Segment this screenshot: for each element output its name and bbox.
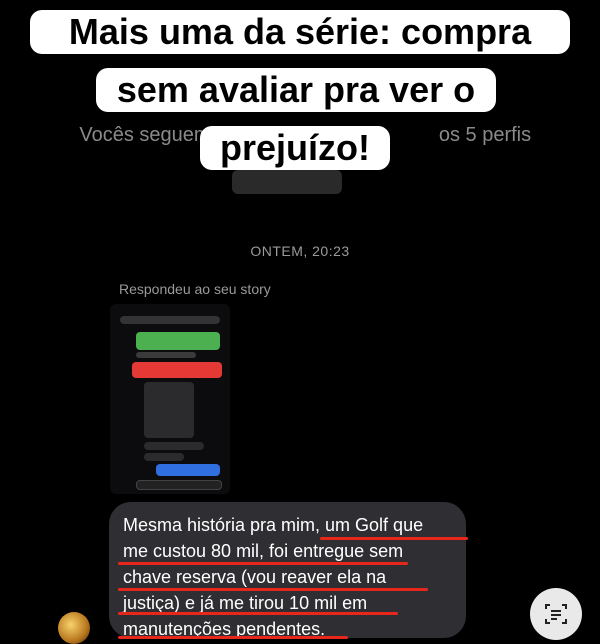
underline-1 — [320, 537, 468, 540]
caption-line-1: Mais uma da série: compra — [30, 10, 570, 54]
underline-4 — [118, 612, 398, 615]
underline-3 — [118, 588, 428, 591]
message-bubble[interactable]: Mesma história pra mim, um Golf que me c… — [109, 502, 466, 639]
message-timestamp: ONTEM, 20:23 — [250, 243, 350, 259]
story-gray-row — [136, 352, 196, 358]
story-thumbnail[interactable] — [110, 304, 230, 494]
story-dark-bubble-3 — [144, 453, 184, 461]
underline-5 — [118, 636, 348, 639]
story-green-bubble — [136, 332, 220, 350]
replied-to-story-label: Respondeu ao seu story — [119, 281, 271, 297]
view-profile-button[interactable] — [232, 170, 342, 194]
caption-line-2: sem avaliar pra ver o — [96, 68, 496, 112]
story-top-bar — [120, 316, 220, 324]
message-line-2: me custou 80 mil, foi entregue sem — [123, 541, 404, 561]
message-line-1: Mesma história pra mim, um Golf que — [123, 515, 424, 535]
sender-avatar[interactable] — [58, 612, 90, 644]
scan-text-button[interactable] — [530, 588, 582, 640]
story-red-bubble — [132, 362, 222, 378]
story-dark-bubble-2 — [144, 442, 204, 450]
message-line-3: chave reserva (vou reaver ela na — [123, 567, 387, 587]
story-dark-bubble-1 — [144, 382, 194, 438]
story-blue-bubble — [156, 464, 220, 476]
story-input-bar — [136, 480, 222, 490]
caption-line-3: prejuízo! — [200, 126, 390, 170]
scan-text-icon — [545, 604, 567, 624]
underline-2 — [118, 562, 408, 565]
